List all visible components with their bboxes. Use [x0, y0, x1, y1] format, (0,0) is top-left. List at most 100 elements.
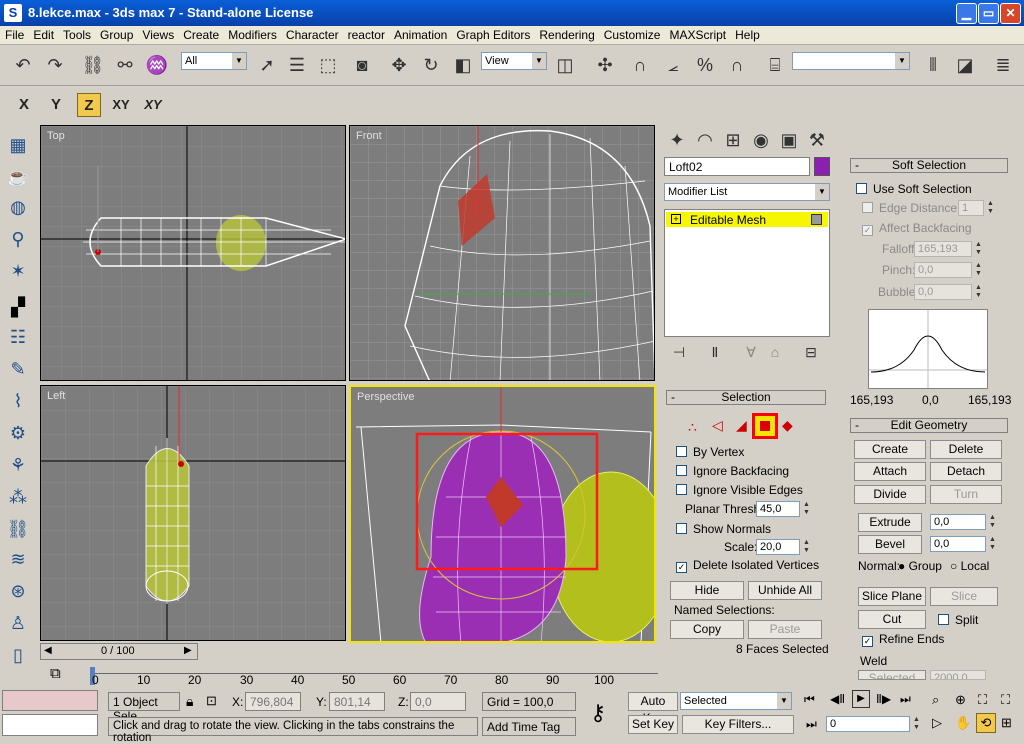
affect-backfacing-checkbox[interactable]: ✓ Affect Backfacing [862, 221, 972, 236]
spray-icon[interactable]: ✎ [6, 357, 30, 381]
minimize-button[interactable]: ▁ [956, 3, 977, 24]
menu-file[interactable]: File [0, 26, 28, 42]
absolute-mode-icon[interactable]: ⊡ [206, 693, 217, 709]
zoom-icon[interactable]: ⌕ [932, 692, 939, 708]
time-slider[interactable]: ◀ 0 / 100 ▶ [40, 643, 198, 660]
curve-editor-icon[interactable]: ⧉ [50, 665, 61, 682]
menu-help[interactable]: Help [730, 26, 764, 42]
bind-space-warp-icon[interactable]: ♒ [144, 52, 170, 78]
weld-selected-button[interactable]: Selected [858, 670, 926, 680]
axis-xy-cycle-button[interactable]: XY [140, 93, 166, 117]
slice-button[interactable]: Slice [930, 587, 998, 606]
viewport-left[interactable]: Left [40, 385, 346, 641]
motion-tab-icon[interactable]: ◉ [748, 127, 774, 153]
extrude-button[interactable]: Extrude [858, 513, 922, 532]
arc-rotate-icon[interactable]: ⟲ [976, 713, 996, 733]
current-frame-spinner[interactable]: 0 ▲ ▼ [826, 716, 920, 732]
menu-character[interactable]: Character [281, 26, 343, 42]
make-unique-icon[interactable]: ∀ [738, 339, 764, 365]
edge-distance-spinner[interactable]: 1 ▲ ▼ [958, 200, 994, 216]
unlink-icon[interactable]: ⚯ [112, 52, 138, 78]
window-crossing-icon[interactable]: ◙ [349, 52, 375, 78]
menu-tools[interactable]: Tools [58, 26, 95, 42]
menu-group[interactable]: Group [95, 26, 137, 42]
axis-xy-button[interactable]: XY [108, 93, 134, 117]
go-to-start-icon[interactable]: ⏮ [804, 692, 815, 707]
planar-thresh-spinner[interactable]: 45,0 ▲ ▼ [756, 501, 810, 517]
bevel-button[interactable]: Bevel [858, 535, 922, 554]
cut-button[interactable]: Cut [858, 610, 926, 629]
weld-threshold-spinner[interactable]: 2000,0 [930, 670, 986, 680]
stack-visibility-icon[interactable] [811, 214, 822, 225]
soft-selection-rollout-header[interactable]: - Soft Selection [850, 158, 1008, 173]
hide-button[interactable]: Hide [670, 581, 744, 600]
reference-coord-dropdown[interactable]: View ▼ [481, 52, 547, 70]
pinch-spinner[interactable]: 0,0 ▲ ▼ [914, 262, 982, 278]
extrude-spinner[interactable]: 0,0 ▲ ▼ [930, 514, 996, 530]
material-icon[interactable]: ▞ [6, 295, 30, 319]
move-icon[interactable]: ✥ [386, 52, 412, 78]
selection-region-icon[interactable]: ⬚ [315, 52, 341, 78]
refine-ends-checkbox[interactable]: ✓ Refine Ends [862, 632, 944, 647]
menu-maxscript[interactable]: MAXScript [664, 26, 730, 42]
gear-icon[interactable]: ⚙ [6, 421, 30, 445]
group-radio[interactable]: ● Group [898, 559, 942, 573]
rotate-icon[interactable]: ↻ [418, 52, 444, 78]
fov-icon[interactable]: ▷ [932, 715, 942, 731]
menu-graph-editors[interactable]: Graph Editors [451, 26, 534, 42]
teapot-icon[interactable]: ☕ [6, 165, 30, 189]
edge-distance-checkbox[interactable]: Edge Distance: [862, 201, 960, 215]
utilities-tab-icon[interactable]: ⚒ [804, 127, 830, 153]
go-to-end-icon[interactable]: ⏭ [900, 692, 911, 707]
menu-create[interactable]: Create [178, 26, 223, 42]
redo-icon[interactable]: ↷ [42, 52, 68, 78]
play-icon[interactable]: ▶ [852, 690, 870, 708]
viewport-perspective[interactable]: Perspective [349, 385, 656, 643]
delete-isolated-checkbox[interactable]: ✓ Delete Isolated Vertices [676, 558, 819, 573]
viewport-front[interactable]: Front [349, 125, 655, 381]
bend-icon[interactable]: ⌇ [6, 389, 30, 413]
undo-icon[interactable]: ↶ [10, 52, 36, 78]
vertex-mode-icon[interactable]: ∴ [688, 419, 697, 436]
detach-button[interactable]: Detach [930, 462, 1002, 481]
split-checkbox[interactable]: Split [938, 613, 978, 627]
expand-icon[interactable]: + [671, 214, 681, 224]
object-name-field[interactable]: Loft02 [664, 157, 810, 176]
show-normals-checkbox[interactable]: Show Normals [676, 522, 771, 536]
ignore-backfacing-checkbox[interactable]: Ignore Backfacing [676, 464, 789, 478]
maxscript-listener-white[interactable] [2, 714, 98, 736]
axis-x-button[interactable]: X [12, 93, 36, 117]
lock-icon[interactable]: 🔒︎ [186, 693, 193, 710]
create-button[interactable]: Create [854, 440, 926, 459]
polygon-mode-button[interactable] [752, 413, 778, 439]
pan-icon[interactable]: ✋ [955, 715, 971, 731]
select-by-name-icon[interactable]: ☰ [284, 52, 310, 78]
maximize-viewport-icon[interactable]: ⊞ [1001, 715, 1012, 731]
hierarchy-tab-icon[interactable]: ⊞ [720, 127, 746, 153]
x-coord-field[interactable]: 796,804 [245, 692, 301, 711]
prev-frame-icon[interactable]: ◀Ⅱ [830, 692, 845, 706]
layer-manager-icon[interactable]: ≣ [990, 52, 1016, 78]
add-time-tag[interactable]: Add Time Tag [482, 717, 576, 736]
percent-snap-icon[interactable]: % [692, 52, 718, 78]
key-mode-dropdown[interactable]: Selected ▼ [680, 692, 792, 710]
edge-mode-icon[interactable]: ◁ [712, 417, 723, 434]
time-prev-icon[interactable]: ◀ [44, 645, 52, 656]
unhide-all-button[interactable]: Unhide All [748, 581, 822, 600]
spinner-snap-icon[interactable]: ∩ [724, 52, 750, 78]
create-tab-icon[interactable]: ✦ [664, 127, 690, 153]
viewport-top[interactable]: Top [40, 125, 346, 381]
select-object-icon[interactable]: ➚ [254, 52, 280, 78]
cylinder-icon[interactable]: ▯ [6, 643, 30, 667]
sphere-icon[interactable]: ◍ [6, 195, 30, 219]
zoom-extents-icon[interactable]: ⛶ [978, 692, 987, 708]
boxes-icon[interactable]: ▦ [6, 133, 30, 157]
scale-spinner[interactable]: 20,0 ▲ ▼ [756, 539, 810, 555]
key-mode-toggle-icon[interactable]: ⏭ [806, 717, 817, 732]
next-frame-icon[interactable]: Ⅱ▶ [876, 692, 891, 706]
select-link-icon[interactable]: ⛓ [80, 52, 106, 78]
menu-rendering[interactable]: Rendering [534, 26, 598, 42]
slice-plane-button[interactable]: Slice Plane [858, 587, 926, 606]
modifier-list-dropdown[interactable]: Modifier List ▼ [664, 183, 830, 201]
copy-button[interactable]: Copy [670, 620, 744, 639]
